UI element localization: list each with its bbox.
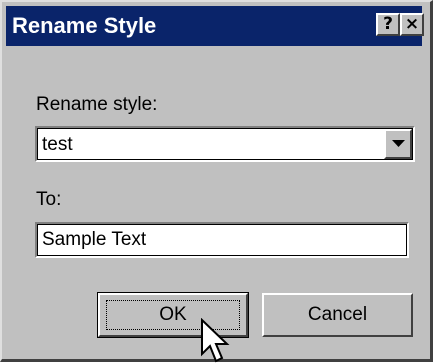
- rename-style-selected-value: test: [42, 134, 73, 155]
- ok-button-label: OK: [159, 304, 187, 325]
- to-input[interactable]: Sample Text: [35, 222, 409, 258]
- title-bar[interactable]: Rename Style ? ×: [6, 6, 424, 46]
- rename-style-label: Rename style:: [36, 94, 158, 115]
- chevron-down-icon: [392, 140, 405, 147]
- dialog-title: Rename Style: [12, 13, 157, 38]
- help-button[interactable]: ?: [376, 13, 400, 36]
- close-button[interactable]: ×: [400, 13, 424, 36]
- rename-style-dropdown[interactable]: test: [35, 126, 415, 162]
- cancel-button-label: Cancel: [307, 304, 368, 325]
- to-input-value: Sample Text: [42, 229, 147, 250]
- mouse-pointer-icon: [201, 318, 230, 363]
- cancel-button[interactable]: Cancel: [262, 293, 413, 337]
- rename-style-dialog: Rename Style ? × Rename style: test To: …: [0, 0, 433, 363]
- dropdown-arrow-button[interactable]: [384, 129, 412, 159]
- to-label: To:: [36, 189, 62, 210]
